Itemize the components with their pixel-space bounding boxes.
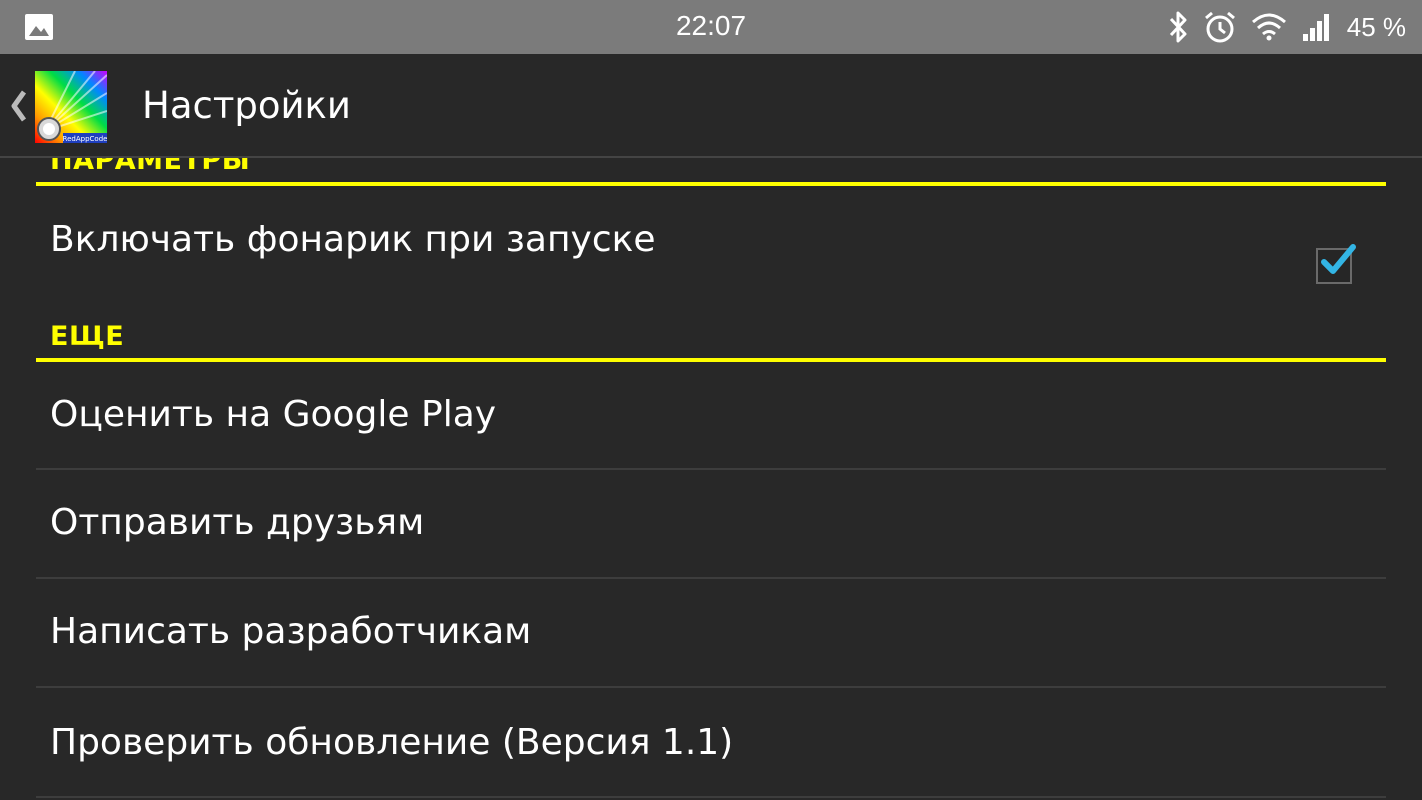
back-chevron-icon[interactable]: [8, 86, 30, 126]
alarm-icon: [1204, 11, 1235, 43]
divider: [36, 796, 1386, 798]
pref-flashlight-on-start[interactable]: Включать фонарик при запуске: [36, 186, 1386, 326]
section-header-label: ПАРАМЕТРЫ: [50, 158, 251, 176]
pref-share-friends[interactable]: Отправить друзьям: [36, 470, 1386, 577]
pref-label: Оценить на Google Play: [50, 394, 497, 435]
page-title: Настройки: [142, 84, 351, 127]
section-header-parameters: ПАРАМЕТРЫ: [36, 158, 1386, 186]
battery-percent: 45 %: [1346, 11, 1406, 42]
signal-icon: [1302, 14, 1329, 41]
pref-label: Включать фонарик при запуске: [50, 219, 656, 260]
status-bar: 22:07 45 %: [0, 0, 1422, 54]
section-header-more: ЕЩЕ: [36, 308, 1386, 362]
app-logo[interactable]: RedAppCode: [35, 71, 107, 143]
status-icons: 45 %: [1167, 10, 1406, 44]
pref-label: Отправить друзьям: [50, 502, 425, 543]
pref-label: Проверить обновление (Версия 1.1): [50, 722, 734, 763]
flashlight-on-start-checkbox[interactable]: [1316, 244, 1356, 284]
settings-list[interactable]: ПАРАМЕТРЫ Включать фонарик при запуске Е…: [0, 158, 1422, 800]
checkmark-icon: [1321, 244, 1356, 274]
action-bar: RedAppCode Настройки: [0, 54, 1422, 158]
pref-rate-google-play[interactable]: Оценить на Google Play: [36, 362, 1386, 468]
svg-text:RedAppCode: RedAppCode: [63, 135, 107, 143]
section-header-label: ЕЩЕ: [50, 321, 125, 352]
pref-check-update[interactable]: Проверить обновление (Версия 1.1): [36, 688, 1386, 798]
pref-label: Написать разработчикам: [50, 611, 532, 652]
pref-contact-developers[interactable]: Написать разработчикам: [36, 579, 1386, 686]
wifi-icon: [1251, 13, 1286, 41]
bluetooth-icon: [1169, 11, 1187, 43]
